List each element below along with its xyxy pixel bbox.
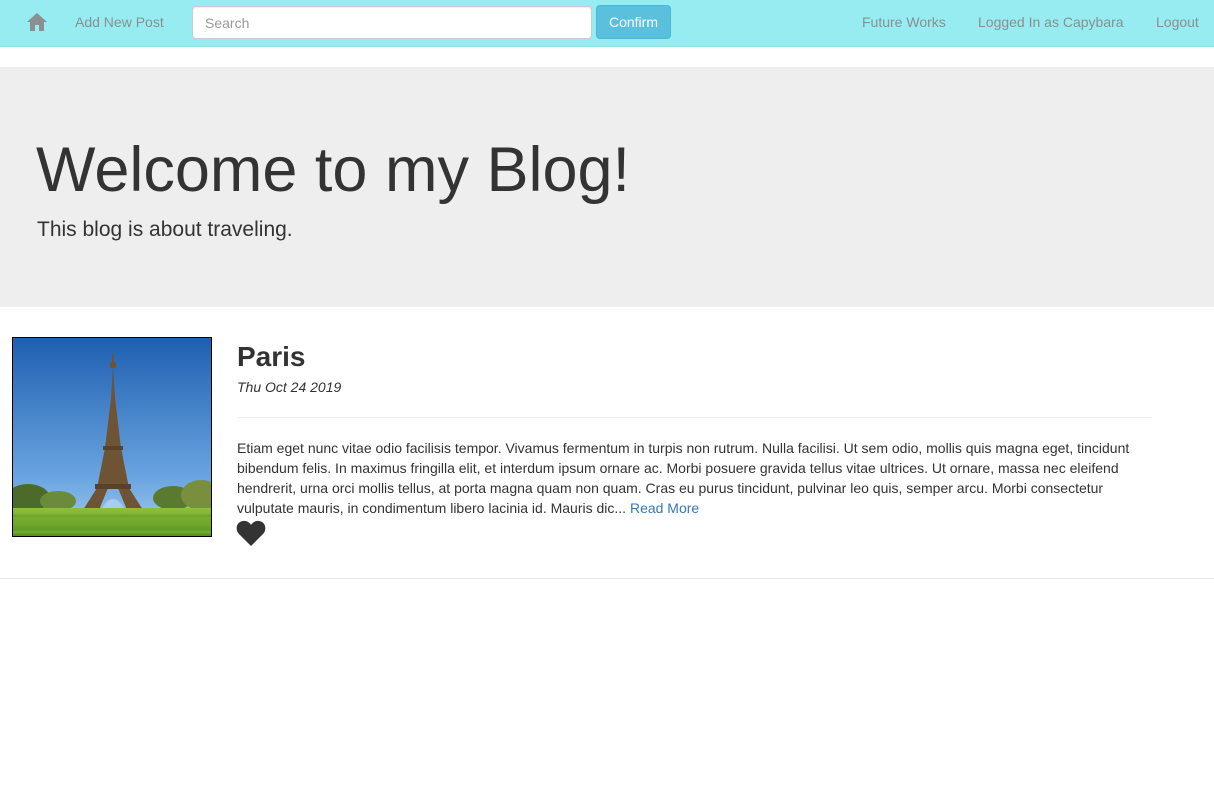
post-title[interactable]: Paris bbox=[237, 341, 306, 373]
future-works-link[interactable]: Future Works bbox=[862, 14, 946, 30]
add-new-post-link[interactable]: Add New Post bbox=[75, 14, 164, 30]
post-divider bbox=[237, 417, 1152, 418]
page-title: Welcome to my Blog! bbox=[36, 135, 631, 205]
logged-in-user-link[interactable]: Logged In as Capybara bbox=[978, 14, 1124, 30]
post-date: Thu Oct 24 2019 bbox=[237, 379, 342, 395]
confirm-button[interactable]: Confirm bbox=[596, 5, 671, 39]
post-thumbnail[interactable] bbox=[12, 337, 212, 537]
post-excerpt: Etiam eget nunc vitae odio facilisis tem… bbox=[237, 438, 1152, 518]
read-more-link[interactable]: Read More bbox=[630, 500, 699, 516]
eiffel-tower-photo bbox=[13, 338, 211, 536]
top-navbar: Add New Post Confirm Future Works Logged… bbox=[0, 0, 1214, 47]
page-subtitle: This blog is about traveling. bbox=[37, 218, 293, 241]
home-icon[interactable] bbox=[26, 12, 48, 32]
logout-link[interactable]: Logout bbox=[1156, 14, 1199, 30]
search-input[interactable] bbox=[192, 6, 592, 39]
blog-post: Paris Thu Oct 24 2019 Etiam eget nunc vi… bbox=[0, 307, 1214, 579]
heart-icon[interactable] bbox=[236, 519, 266, 547]
